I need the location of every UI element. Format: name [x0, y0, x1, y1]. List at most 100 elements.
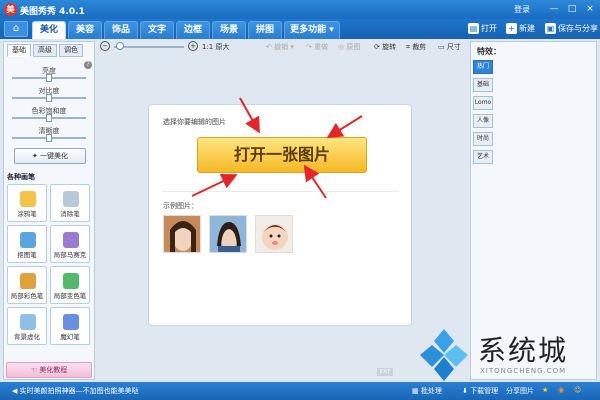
brush-tool-2[interactable]: 抠图笔: [7, 225, 47, 263]
adjust-slider[interactable]: [12, 94, 86, 102]
resize-button[interactable]: ▭ 尺寸: [438, 42, 461, 52]
save-icon: ▣: [545, 23, 556, 34]
brush-tool-0[interactable]: 涂鸦笔: [7, 184, 47, 222]
brush-tool-label: 背景虚化: [14, 333, 40, 341]
brush-icon: [63, 232, 79, 248]
status-message[interactable]: ◀ 实时美颜拍照神器—不加图也能美美哒: [12, 386, 139, 396]
subtab-2[interactable]: 调色: [59, 44, 83, 57]
tab-4[interactable]: 边框: [176, 21, 210, 39]
tab-5[interactable]: 场景: [212, 21, 246, 39]
tab-7[interactable]: 更多功能 ▾: [284, 21, 340, 39]
brush-tool-3[interactable]: 局部马赛克: [50, 225, 90, 263]
weibo-icon[interactable]: ◉: [558, 386, 564, 394]
batch-button[interactable]: ▦ 批处理: [412, 386, 442, 396]
title-bar: 美 美图秀秀 4.0.1 登录 — □ ×: [0, 0, 600, 19]
smile-icon[interactable]: ☺: [574, 386, 581, 394]
batch-icon: ▦: [412, 387, 421, 395]
tab-0[interactable]: 美化: [32, 21, 66, 39]
effect-category-3[interactable]: 人像: [473, 114, 493, 128]
brush-tool-5[interactable]: 局部变色笔: [50, 266, 90, 304]
zoom-slider[interactable]: [114, 46, 184, 48]
status-bar: ◀ 实时美颜拍照神器—不加图也能美美哒 ▦ 批处理 ⬇ 下载管理 分享图片 ★ …: [0, 382, 600, 400]
subtab-0[interactable]: 基础: [7, 44, 31, 57]
zoom-slider-knob[interactable]: [116, 42, 124, 50]
open-file-button[interactable]: ▤ 打开: [468, 22, 497, 36]
home-icon[interactable]: ⌂: [4, 21, 28, 37]
star-icon[interactable]: ★: [542, 386, 548, 394]
slider-knob[interactable]: [46, 74, 52, 82]
watermark-text: 系统城: [478, 334, 569, 367]
adjust-slider[interactable]: [12, 134, 86, 142]
undo-icon: ↶: [266, 43, 272, 51]
download-icon: ⬇: [462, 387, 471, 395]
original-button[interactable]: ◎ 原图: [338, 42, 360, 52]
undo-button[interactable]: ↶ 撤销 ▾: [266, 42, 294, 52]
sample-photo-1[interactable]: [163, 215, 201, 253]
one-key-beautify-button[interactable]: ✦ 一键美化: [14, 148, 86, 164]
tutorial-button[interactable]: ☜ 美化教程: [6, 362, 92, 378]
brush-tool-label: 局部彩色笔: [10, 292, 44, 300]
open-image-button[interactable]: 打开一张图片: [197, 137, 367, 173]
wand-icon: ✦: [31, 152, 41, 160]
brush-icon: [20, 232, 36, 248]
crop-button[interactable]: ⌗ 裁剪: [406, 42, 426, 52]
save-share-button[interactable]: ▣ 保存与分享: [545, 22, 598, 36]
effect-category-2[interactable]: Lomo: [473, 96, 493, 110]
adjust-panel: 基础 高级 调色 ? 亮度 对比度 色彩饱和度 清晰度 ✦ 一键美化 各种画笔 涂鸦笔 消除…: [3, 41, 95, 380]
tab-3[interactable]: 文字: [140, 21, 174, 39]
adjust-slider[interactable]: [12, 74, 86, 82]
sample-photo-2[interactable]: [209, 215, 247, 253]
folder-icon: ▤: [468, 23, 479, 34]
brush-icon: [63, 191, 79, 207]
original-icon: ◎: [338, 43, 345, 51]
actual-size-button[interactable]: 1:1 原大: [202, 42, 230, 52]
slider-knob[interactable]: [46, 94, 52, 102]
effect-category-5[interactable]: 艺术: [473, 150, 493, 164]
exif-icon[interactable]: EXIF: [377, 368, 393, 376]
brush-icon: [63, 273, 79, 289]
effect-category-0[interactable]: 热门: [473, 60, 493, 74]
effect-category-1[interactable]: 基础: [473, 78, 493, 92]
slider-knob[interactable]: [46, 134, 52, 142]
zoom-in-icon[interactable]: +: [188, 41, 198, 51]
tab-1[interactable]: 美容: [68, 21, 102, 39]
plus-icon: +: [506, 23, 517, 34]
rotate-button[interactable]: ⟳ 旋转: [374, 42, 396, 52]
brush-tool-6[interactable]: 背景虚化: [7, 307, 47, 345]
maximize-button[interactable]: □: [566, 3, 578, 15]
redo-button[interactable]: ↷ 重做: [306, 42, 328, 52]
brush-tool-label: 涂鸦笔: [17, 210, 37, 218]
rotate-icon: ⟳: [374, 43, 380, 51]
brush-tool-label: 抠图笔: [17, 251, 37, 259]
canvas-toolbar: − + 1:1 原大 ↶ 撤销 ▾ ↷ 重做 ◎ 原图 ⟳ 旋转 ⌗ 裁剪 ▭ …: [98, 40, 468, 54]
site-watermark: 系统城 XITONGCHENG.COM: [412, 325, 600, 385]
subtab-1[interactable]: 高级: [33, 44, 57, 57]
effect-category-4[interactable]: 时尚: [473, 132, 493, 146]
brush-tool-7[interactable]: 魔幻笔: [50, 307, 90, 345]
sample-label: 示例图片：: [163, 202, 198, 210]
divider: [163, 191, 399, 192]
brush-tool-label: 局部马赛克: [53, 251, 87, 259]
brush-tool-1[interactable]: 消除笔: [50, 184, 90, 222]
tab-6[interactable]: 拼图: [248, 21, 282, 39]
brushes-section-title: 各种画笔: [7, 173, 35, 181]
download-manager-button[interactable]: ⬇ 下载管理: [462, 386, 498, 396]
open-image-card: 选择你要编辑的图片 打开一张图片 示例图片：: [148, 104, 412, 326]
login-link[interactable]: 登录: [514, 4, 530, 15]
tab-2[interactable]: 饰品: [104, 21, 138, 39]
watermark-subtext: XITONGCHENG.COM: [480, 367, 567, 375]
resize-icon: ▭: [438, 43, 445, 51]
adjust-slider[interactable]: [12, 114, 86, 122]
brush-tool-4[interactable]: 局部彩色笔: [7, 266, 47, 304]
brush-tool-label: 消除笔: [60, 210, 80, 218]
close-button[interactable]: ×: [584, 3, 596, 15]
zoom-out-icon[interactable]: −: [100, 41, 110, 51]
sample-photo-3[interactable]: [255, 215, 293, 253]
new-file-button[interactable]: + 新建: [506, 22, 535, 36]
app-logo-icon: 美: [4, 3, 17, 16]
minimize-button[interactable]: —: [548, 3, 560, 15]
crop-icon: ⌗: [406, 43, 410, 51]
redo-icon: ↷: [306, 43, 312, 51]
share-image-button[interactable]: 分享图片: [506, 386, 534, 396]
slider-knob[interactable]: [46, 114, 52, 122]
